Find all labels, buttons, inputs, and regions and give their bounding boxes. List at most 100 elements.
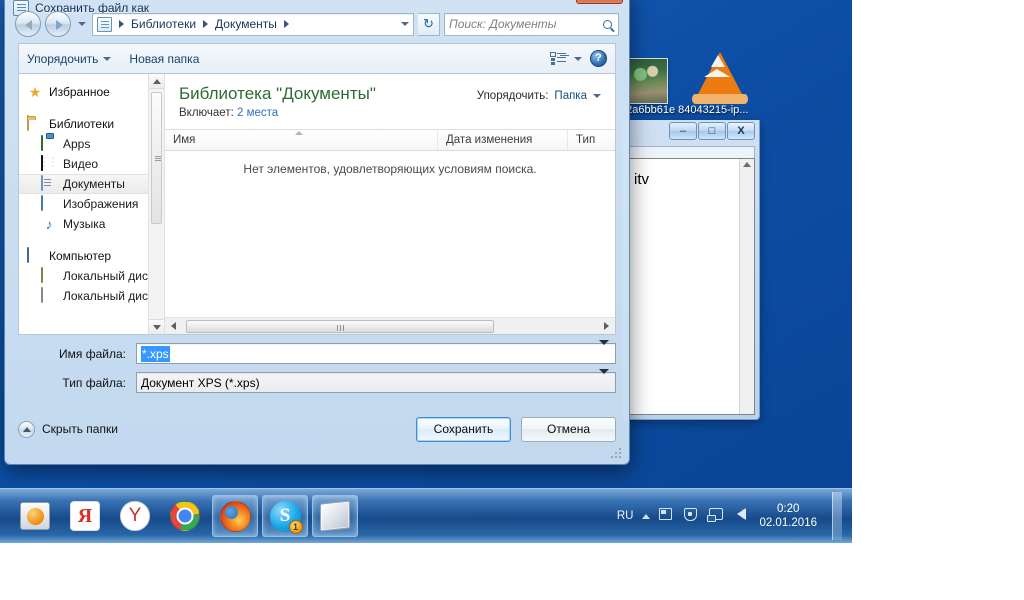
- filename-input[interactable]: *.xps: [141, 345, 170, 362]
- scroll-up-button[interactable]: [149, 74, 164, 89]
- search-box[interactable]: Поиск: Документы: [444, 12, 619, 36]
- chevron-down-icon[interactable]: [599, 339, 613, 363]
- refresh-button[interactable]: ↻: [418, 12, 440, 36]
- taskbar-item-chrome[interactable]: [162, 495, 208, 537]
- chevron-down-icon: [103, 56, 112, 61]
- chrome-icon: [170, 501, 200, 531]
- breadcrumb-separator-icon: [203, 20, 209, 28]
- flag-icon[interactable]: [659, 508, 675, 524]
- sidebar-label-favorites: Избранное: [49, 85, 110, 99]
- windows-media-player-icon: [20, 502, 50, 530]
- sidebar-item-apps[interactable]: Apps: [19, 134, 164, 154]
- column-header-name[interactable]: Имя: [165, 130, 437, 150]
- taskbar-item-windows-media-player[interactable]: [12, 495, 58, 537]
- dialog-toolbar: Упорядочить Новая папка ?: [18, 43, 616, 73]
- sidebar-scrollbar[interactable]: [148, 74, 164, 334]
- scrollbar-track[interactable]: [182, 318, 598, 335]
- network-icon[interactable]: [707, 508, 725, 524]
- organize-button[interactable]: Упорядочить: [27, 52, 112, 66]
- arrange-value[interactable]: Папка: [554, 90, 587, 102]
- scrollbar-thumb[interactable]: [151, 92, 162, 224]
- save-as-dialog[interactable]: Сохранить файл как Библиотеки Документы …: [4, 0, 630, 465]
- breadcrumb-separator-icon: [119, 20, 124, 28]
- chevron-down-icon[interactable]: [599, 368, 613, 392]
- horizontal-scrollbar[interactable]: [165, 317, 615, 334]
- maximize-icon[interactable]: □: [698, 122, 726, 140]
- view-list-icon[interactable]: [550, 52, 566, 65]
- hide-folders-button[interactable]: Скрыть папки: [18, 420, 118, 438]
- show-desktop-button[interactable]: [832, 492, 842, 540]
- yandex-icon: Я: [70, 501, 100, 531]
- filename-combobox[interactable]: *.xps: [136, 339, 616, 364]
- desktop-icon-vlc[interactable]: [692, 52, 748, 106]
- save-button[interactable]: Сохранить: [416, 416, 511, 442]
- background-window[interactable]: – □ X itv: [622, 120, 760, 420]
- dialog-close-button[interactable]: [576, 0, 623, 4]
- address-dropdown-icon[interactable]: [401, 22, 409, 26]
- sidebar-label-computer: Компьютер: [49, 249, 112, 263]
- forward-button[interactable]: [45, 11, 71, 37]
- taskbar-item-skype[interactable]: S 1: [262, 495, 308, 537]
- close-icon[interactable]: X: [727, 122, 755, 140]
- resize-grip[interactable]: [611, 448, 623, 460]
- column-header-type[interactable]: Тип: [567, 130, 615, 150]
- document-icon: [41, 175, 57, 192]
- action-center-icon[interactable]: [684, 508, 700, 524]
- desktop-icon-image-thumbnail[interactable]: [628, 58, 668, 104]
- includes-link[interactable]: 2 места: [237, 107, 278, 119]
- volume-icon[interactable]: [734, 508, 750, 524]
- background-window-text: itv: [634, 171, 649, 188]
- minimize-icon[interactable]: –: [669, 122, 697, 140]
- sidebar-item-documents[interactable]: Документы: [19, 174, 164, 194]
- help-icon[interactable]: ?: [590, 50, 607, 67]
- scroll-right-button[interactable]: [598, 318, 615, 335]
- scrollbar-thumb[interactable]: [186, 319, 494, 333]
- sidebar-label-pictures: Изображения: [63, 197, 139, 211]
- scroll-up-icon[interactable]: [743, 162, 751, 167]
- column-label-date: Дата изменения: [446, 134, 533, 146]
- arrange-by-control[interactable]: Упорядочить: Папка: [477, 90, 601, 102]
- background-window-scrollbar[interactable]: [739, 159, 754, 414]
- sidebar-item-computer[interactable]: Компьютер: [19, 246, 164, 266]
- breadcrumb-item-documents[interactable]: Документы: [215, 17, 277, 31]
- folder-icon: [27, 115, 43, 132]
- sidebar-label-local-disk-c: Локальный диск: [63, 269, 154, 283]
- back-button[interactable]: [15, 11, 41, 37]
- address-bar[interactable]: Библиотеки Документы: [92, 12, 414, 36]
- new-folder-button[interactable]: Новая папка: [129, 52, 199, 66]
- sidebar-item-video[interactable]: Видео: [19, 154, 164, 174]
- column-header-date[interactable]: Дата изменения: [437, 130, 567, 150]
- taskbar-item-notepad[interactable]: [312, 495, 358, 537]
- filetype-combobox[interactable]: Документ XPS (*.xps): [136, 368, 616, 393]
- recent-locations-button[interactable]: [75, 11, 88, 37]
- file-list-pane[interactable]: Библиотека "Документы" Включает: 2 места…: [165, 74, 615, 334]
- language-indicator[interactable]: RU: [617, 510, 634, 522]
- search-input[interactable]: Поиск: Документы: [449, 17, 603, 31]
- clock[interactable]: 0:20 02.01.2016: [759, 502, 817, 530]
- sidebar-item-local-disk-c[interactable]: Локальный диск: [19, 266, 164, 286]
- sidebar-item-local-disk-d[interactable]: Локальный диск: [19, 286, 164, 306]
- navigation-bar: Библиотеки Документы ↻ Поиск: Документы: [11, 7, 623, 41]
- cancel-button[interactable]: Отмена: [521, 416, 616, 442]
- notepad-icon: [320, 500, 350, 532]
- sidebar-item-libraries[interactable]: Библиотеки: [19, 114, 164, 134]
- dialog-footer: Скрыть папки Сохранить Отмена: [18, 408, 616, 450]
- taskbar-item-yandex-browser[interactable]: Y: [112, 495, 158, 537]
- firefox-icon: [219, 500, 251, 532]
- taskbar-item-yandex[interactable]: Я: [62, 495, 108, 537]
- sidebar-item-pictures[interactable]: Изображения: [19, 194, 164, 214]
- sidebar-label-libraries: Библиотеки: [49, 117, 115, 131]
- screen: e2a6bb61e 84043215-ip... – □ X itv Сохра…: [0, 0, 1024, 600]
- navigation-sidebar[interactable]: ★ Избранное Библиотеки Apps Видео Докуме…: [19, 74, 165, 334]
- sidebar-item-favorites[interactable]: ★ Избранное: [19, 82, 164, 102]
- taskbar-item-firefox[interactable]: [212, 495, 258, 537]
- scroll-down-button[interactable]: [149, 319, 164, 334]
- scroll-left-button[interactable]: [165, 318, 182, 335]
- show-hidden-icons-icon[interactable]: [642, 513, 651, 519]
- breadcrumb-item-libraries[interactable]: Библиотеки: [131, 17, 196, 31]
- system-tray: RU 0:20 02.01.2016: [617, 492, 852, 540]
- vlc-cone-icon: [692, 52, 748, 106]
- chevron-down-icon[interactable]: [593, 94, 601, 98]
- sidebar-item-music[interactable]: ♪ Музыка: [19, 214, 164, 234]
- chevron-down-icon[interactable]: [574, 56, 582, 61]
